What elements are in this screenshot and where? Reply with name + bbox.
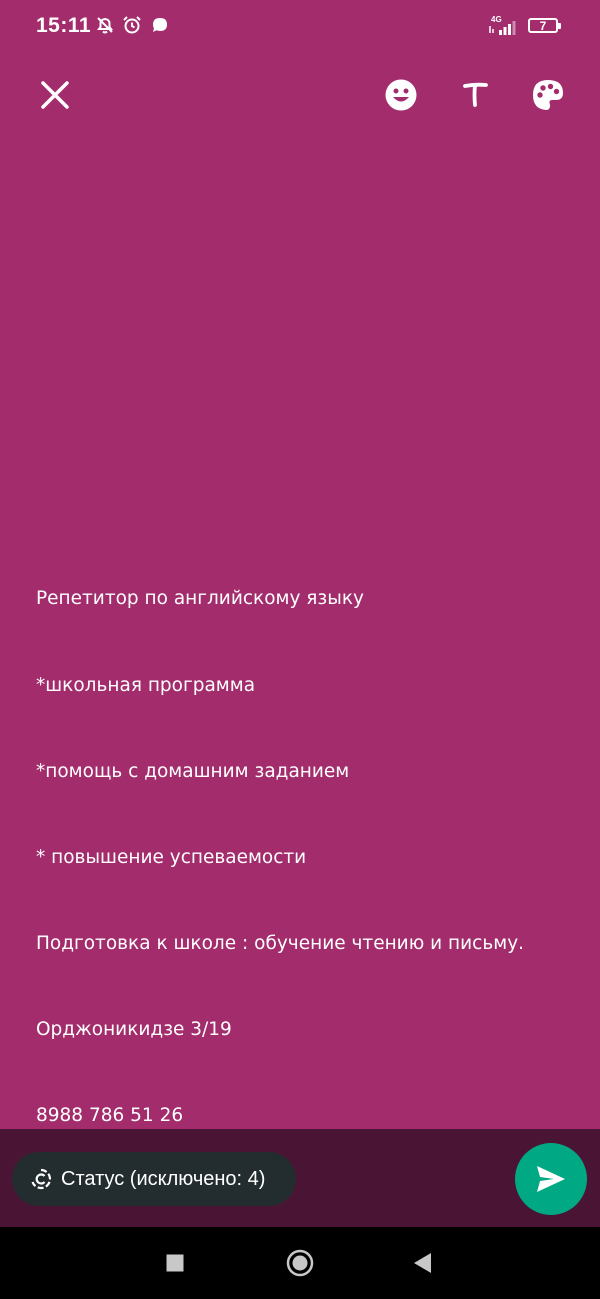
send-button[interactable] [515, 1143, 587, 1215]
recents-icon[interactable] [165, 1249, 185, 1277]
text-icon [463, 82, 488, 107]
bottom-composer-bar: Статус (исключено: 4) [0, 1129, 600, 1227]
status-privacy-button[interactable]: Статус (исключено: 4) [12, 1152, 296, 1206]
story-line: Подготовка к школе : обучение чтению и п… [36, 932, 525, 954]
story-line: * повышение успеваемости [36, 846, 307, 868]
status-text-content[interactable]: Репетитор по английскому языку *школьная… [36, 528, 576, 1159]
status-privacy-label: Статус (исключено: 4) [61, 1167, 266, 1190]
status-bar: 15:11 4G 7 [0, 0, 600, 56]
battery-icon: 7 [528, 18, 561, 33]
navigation-bar [0, 1227, 600, 1299]
emoji-icon [385, 79, 417, 111]
chat-bubble-icon [153, 18, 167, 32]
palette-icon [533, 80, 563, 110]
signal-icon [489, 21, 516, 35]
story-line: *помощь с домашним заданием [36, 760, 350, 782]
send-icon [537, 1166, 565, 1192]
emoji-button[interactable] [384, 78, 418, 112]
status-time: 15:11 [36, 14, 92, 37]
close-button[interactable] [38, 78, 72, 112]
text-style-button[interactable] [460, 78, 490, 112]
back-icon[interactable] [410, 1249, 434, 1277]
battery-level: 7 [539, 18, 547, 33]
story-line: 8988 786 51 26 [36, 1105, 184, 1127]
alarm-clock-icon [123, 16, 141, 34]
home-icon[interactable] [286, 1249, 314, 1277]
story-line: Орджоникидзе 3/19 [36, 1018, 232, 1040]
color-palette-button[interactable] [531, 78, 565, 112]
status-icon [31, 1168, 52, 1190]
story-line: Репетитор по английскому языку [36, 588, 364, 610]
story-line: *школьная программа [36, 674, 256, 696]
muted-alarm-icon [97, 17, 113, 34]
close-icon [41, 81, 69, 109]
